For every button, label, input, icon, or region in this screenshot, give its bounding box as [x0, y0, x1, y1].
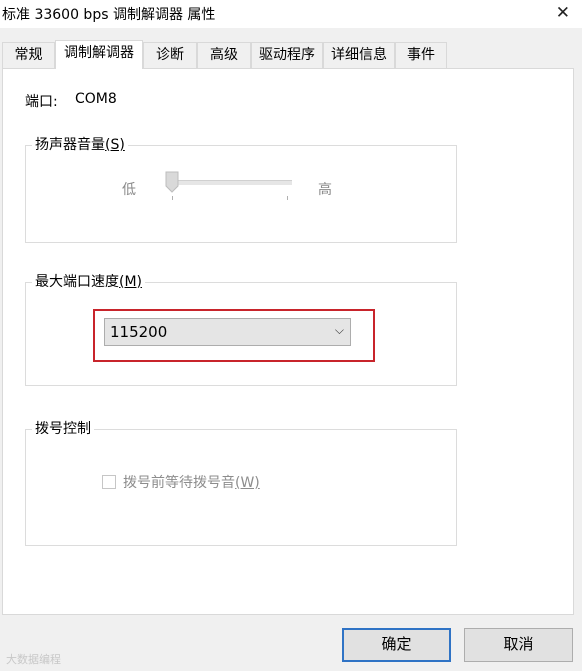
- max-port-speed-label: 最大端口速度(M): [32, 272, 146, 292]
- tab-driver[interactable]: 驱动程序: [251, 42, 323, 68]
- slider-tick: [172, 196, 173, 200]
- dial-control-group: 拨号控制 拨号前等待拨号音(W): [25, 419, 457, 546]
- tab-diagnostics[interactable]: 诊断: [143, 42, 197, 68]
- chevron-down-icon: ⌵: [334, 323, 344, 337]
- max-port-speed-group: 最大端口速度(M) 115200 ⌵: [25, 272, 457, 386]
- tab-panel: 端口: COM8 扬声器音量(S) 低 高 最大端口速度(M) 115200 ⌵…: [2, 68, 574, 615]
- wait-dial-tone-label: 拨号前等待拨号音(W): [123, 475, 260, 491]
- port-speed-dropdown[interactable]: 115200 ⌵: [104, 318, 351, 346]
- port-value: COM8: [75, 91, 117, 107]
- volume-low-label: 低: [122, 182, 136, 198]
- volume-high-label: 高: [318, 182, 332, 198]
- speaker-volume-group: 扬声器音量(S) 低 高: [25, 135, 457, 243]
- cancel-button[interactable]: 取消: [464, 628, 573, 662]
- tab-events[interactable]: 事件: [395, 42, 447, 68]
- speaker-volume-label: 扬声器音量(S): [32, 135, 128, 155]
- tab-modem[interactable]: 调制解调器: [55, 40, 143, 69]
- close-icon[interactable]: ✕: [556, 3, 570, 23]
- slider-tick: [287, 196, 288, 200]
- watermark: 大数据编程: [6, 653, 61, 666]
- volume-slider-track[interactable]: [172, 180, 292, 185]
- tab-general[interactable]: 常规: [2, 42, 55, 68]
- volume-slider-thumb[interactable]: [165, 171, 179, 193]
- tab-advanced[interactable]: 高级: [197, 42, 251, 68]
- tab-details[interactable]: 详细信息: [323, 42, 395, 68]
- ok-button[interactable]: 确定: [342, 628, 451, 662]
- port-label: 端口:: [25, 94, 58, 110]
- wait-dial-tone-checkbox[interactable]: [102, 475, 116, 489]
- dial-control-label: 拨号控制: [32, 419, 94, 439]
- title-bar: 标准 33600 bps 调制解调器 属性 ✕: [0, 0, 582, 28]
- port-speed-value: 115200: [110, 323, 168, 341]
- window-title: 标准 33600 bps 调制解调器 属性: [2, 7, 216, 23]
